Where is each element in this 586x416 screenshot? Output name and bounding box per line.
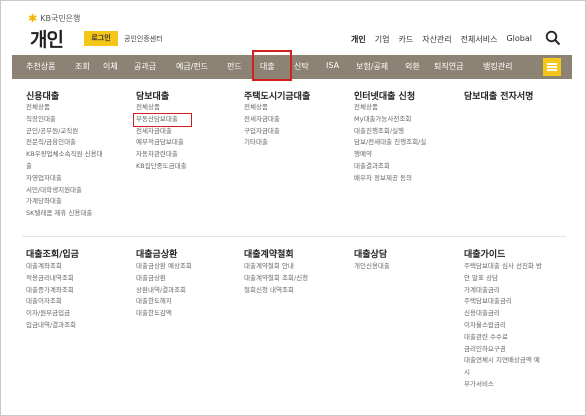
menu-forex[interactable]: 외환 xyxy=(405,61,420,72)
bottom-menu-link[interactable]: 대출이자조회 xyxy=(26,297,62,305)
top-menu-link[interactable]: 군인/공무원/교직원 xyxy=(26,127,78,135)
menu-insurance[interactable]: 보험/공제 xyxy=(356,61,388,72)
bottom-menu-link[interactable]: 이자/원부금입금 xyxy=(26,309,70,317)
top-column-title[interactable]: 주택도시기금대출 xyxy=(244,89,310,102)
top-nav-corporate[interactable]: 기업 xyxy=(375,34,390,45)
menu-isa[interactable]: ISA xyxy=(326,61,339,70)
bottom-menu-link[interactable]: 대출금상환 xyxy=(136,274,166,282)
top-menu-link[interactable]: 전문직/금융인대출 xyxy=(26,138,76,146)
top-menu-link[interactable]: 행예약 xyxy=(354,150,372,158)
bottom-menu-link[interactable]: 대출금상환 예상조회 xyxy=(136,262,192,270)
kb-star-icon: ✱ xyxy=(28,11,38,25)
header: ✱ KB국민은행 개인 로그인 공인인증센터 개인 기업 카드 자산관리 전체서… xyxy=(0,0,586,52)
menu-icon[interactable] xyxy=(543,58,561,76)
bottom-menu-link[interactable]: 철회신청 내역조회 xyxy=(244,286,294,294)
top-menu-link[interactable]: 전세자금대출 xyxy=(136,127,172,135)
bottom-menu-link[interactable]: 대출계약철회 조회/신청 xyxy=(244,274,308,282)
top-nav-asset[interactable]: 자산관리 xyxy=(422,34,451,45)
bottom-menu-link[interactable]: 신용대출금리 xyxy=(464,309,500,317)
main-menu-bar: 추천상품 조회 이체 공과금 예금/펀드 펀드 대출 신탁 ISA 보험/공제 … xyxy=(12,55,572,79)
bottom-menu-link[interactable]: 이자율스왑금리 xyxy=(464,321,506,329)
top-menu-link[interactable]: 직장인대출 xyxy=(26,115,56,123)
bottom-menu-link[interactable]: 금리인하요구권 xyxy=(464,345,506,353)
top-menu-link[interactable]: KB우량업체소속직원 신용대 xyxy=(26,150,103,158)
top-nav-personal[interactable]: 개인 xyxy=(351,34,366,45)
top-menu-link[interactable]: 전체상품 xyxy=(136,103,160,111)
top-column-title[interactable]: 담보대출 전자서명 xyxy=(464,89,533,102)
bottom-menu-link[interactable]: 가계대출금리 xyxy=(464,286,500,294)
top-menu-link[interactable]: 대출결과조회 xyxy=(354,162,390,170)
login-button[interactable]: 로그인 xyxy=(84,31,118,46)
top-column-title[interactable]: 인터넷대출 신청 xyxy=(354,89,415,102)
top-nav: 개인 기업 카드 자산관리 전체서비스 Global xyxy=(351,34,541,45)
bottom-menu-link[interactable]: 대출연체시 지연배상금액 예 xyxy=(464,356,540,364)
top-menu-link[interactable]: 대출진행조회/실행 xyxy=(354,127,404,135)
top-menu-link[interactable]: SK텔레콤 제휴 신용대출 xyxy=(26,209,92,217)
bottom-menu-link[interactable]: 개인신용대출 xyxy=(354,262,390,270)
bank-name: KB국민은행 xyxy=(40,14,81,23)
bottom-column-title[interactable]: 대출상담 xyxy=(354,247,387,260)
cert-center-link[interactable]: 공인인증센터 xyxy=(124,34,163,44)
menu-utility[interactable]: 공과금 xyxy=(134,61,156,72)
menu-inquiry[interactable]: 조회 xyxy=(75,61,90,72)
bottom-menu-link[interactable]: 대출한도감액 xyxy=(136,309,172,317)
bottom-menu-link[interactable]: 안 말표 상담 xyxy=(464,274,498,282)
top-menu-link[interactable]: 전체상품 xyxy=(244,103,268,111)
menu-banking-mgmt[interactable]: 뱅킹관리 xyxy=(483,61,512,72)
bottom-menu-link[interactable]: 주택담보대출금리 xyxy=(464,297,512,305)
row-divider xyxy=(22,236,566,237)
bottom-menu-link[interactable]: 대출관련 수수료 xyxy=(464,333,508,341)
top-menu-link[interactable]: 기타대출 xyxy=(244,138,268,146)
menu-recommended[interactable]: 추천상품 xyxy=(26,61,55,72)
top-menu-link[interactable]: 구입자금대출 xyxy=(244,127,280,135)
top-menu-link[interactable]: 전체상품 xyxy=(26,103,50,111)
bottom-column-title[interactable]: 대출가이드 xyxy=(464,247,505,260)
bottom-menu-link[interactable]: 대출증가계좌조회 xyxy=(26,286,74,294)
bottom-column-title[interactable]: 대출계약철회 xyxy=(244,247,294,260)
section-title: 개인 xyxy=(30,29,64,51)
top-menu-link[interactable]: 예부적금담보대출 xyxy=(136,138,184,146)
bottom-menu-link[interactable]: 상환내역/결과조회 xyxy=(136,286,186,294)
top-column-title[interactable]: 담보대출 xyxy=(136,89,169,102)
bottom-menu-link[interactable]: 대출계약철회 안내 xyxy=(244,262,294,270)
bottom-column-title[interactable]: 대출조회/입금 xyxy=(26,247,79,260)
bottom-menu-link[interactable]: 대출계좌조회 xyxy=(26,262,62,270)
top-menu-link[interactable]: KB집단중도금대출 xyxy=(136,162,187,170)
top-nav-card[interactable]: 카드 xyxy=(398,34,413,45)
top-menu-link[interactable]: My대출가능사전조회 xyxy=(354,115,411,123)
bottom-menu-link[interactable]: 대출한도해지 xyxy=(136,297,172,305)
menu-pension[interactable]: 퇴직연금 xyxy=(434,61,463,72)
top-menu-link[interactable]: 전체상품 xyxy=(354,103,378,111)
top-column-title[interactable]: 신용대출 xyxy=(26,89,59,102)
top-menu-link[interactable]: 배우자 정보제공 동의 xyxy=(354,174,412,182)
bank-logo[interactable]: ✱ KB국민은행 xyxy=(28,13,80,24)
top-menu-link[interactable]: 자동차관련대출 xyxy=(136,150,178,158)
menu-transfer[interactable]: 이체 xyxy=(103,61,118,72)
bottom-menu-link[interactable]: 주택담보대출 심사 선진화 방 xyxy=(464,262,542,270)
active-menu-highlight xyxy=(252,50,292,81)
bottom-menu-link[interactable]: 부가서비스 xyxy=(464,380,494,388)
top-menu-link[interactable]: 서민/대학생지원대출 xyxy=(26,186,82,194)
top-menu-link[interactable]: 자영업자대출 xyxy=(26,174,62,182)
top-menu-link[interactable]: 담보/전세대출 진행조회/실 xyxy=(354,138,426,146)
bottom-menu-link[interactable]: 입금내역/결과조회 xyxy=(26,321,76,329)
top-menu-link[interactable]: 출 xyxy=(26,162,32,170)
bottom-menu-link[interactable]: 적용금리내역조회 xyxy=(26,274,74,282)
menu-fund[interactable]: 펀드 xyxy=(227,61,242,72)
top-menu-link[interactable]: 전세자금대출 xyxy=(244,115,280,123)
top-menu-link[interactable]: 가계당좌대출 xyxy=(26,197,62,205)
search-icon[interactable] xyxy=(545,30,561,46)
top-nav-all-services[interactable]: 전체서비스 xyxy=(461,34,498,45)
menu-deposit-fund[interactable]: 예금/펀드 xyxy=(176,61,208,72)
bottom-menu-link[interactable]: 시 xyxy=(464,368,470,376)
bottom-column-title[interactable]: 대출금상환 xyxy=(136,247,177,260)
selected-item-highlight xyxy=(133,113,192,127)
menu-trust[interactable]: 신탁 xyxy=(294,61,309,72)
top-nav-global[interactable]: Global xyxy=(506,34,532,45)
